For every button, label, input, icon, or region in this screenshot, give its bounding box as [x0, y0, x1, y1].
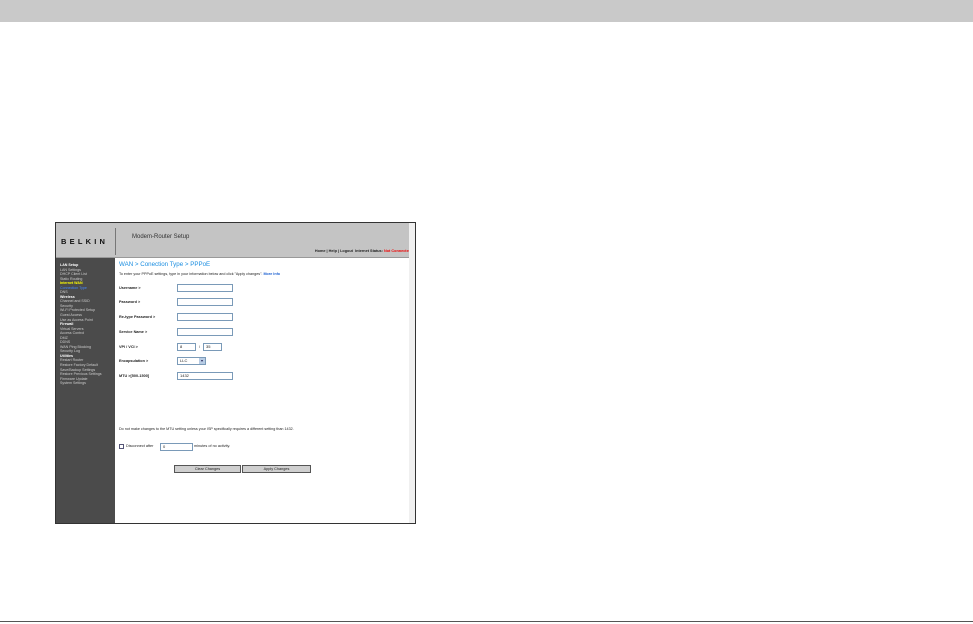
vpi-input[interactable]: 8	[177, 343, 196, 351]
sidebar: LAN Setup LAN Settings DHCP Client List Sta…	[56, 258, 115, 523]
clear-changes-button[interactable]: Clear Changes	[174, 465, 241, 473]
belkin-logo: BELKIN	[61, 237, 109, 246]
top-links: Home | Help | Logout Internet Status: No…	[314, 249, 411, 253]
vpi-vci-label: VPI / VCI >	[119, 345, 138, 349]
scrollbar[interactable]	[409, 223, 415, 523]
encapsulation-label: Encapsulation >	[119, 359, 149, 363]
apply-changes-button[interactable]: Apply Changes	[242, 465, 311, 473]
retype-password-input[interactable]	[177, 313, 233, 321]
help-link[interactable]: Help	[329, 249, 337, 253]
disconnect-label: Disconnect after	[126, 444, 154, 448]
router-screenshot: BELKIN Modem-Router Setup Home | Help | …	[55, 222, 416, 524]
home-link[interactable]: Home	[315, 249, 326, 253]
username-label: Username >	[119, 286, 141, 290]
service-name-label: Service Name >	[119, 330, 148, 334]
footer-rule	[0, 621, 973, 622]
sidebar-item[interactable]: System Settings	[60, 381, 115, 386]
internet-status-value: Not Connected	[384, 249, 411, 253]
intro-text: To enter your PPPoE settings, type in yo…	[119, 272, 280, 276]
service-name-input[interactable]	[177, 328, 233, 336]
router-header: BELKIN Modem-Router Setup Home | Help | …	[56, 223, 415, 258]
mtu-input[interactable]: 1432	[177, 372, 233, 380]
mtu-label: MTU >[500-1500]	[119, 374, 150, 378]
chevron-down-icon: ▾	[199, 358, 205, 364]
vci-input[interactable]: 35	[203, 343, 222, 351]
more-info-link[interactable]: More Info	[263, 272, 280, 276]
app-title: Modem-Router Setup	[132, 234, 190, 240]
logout-link[interactable]: Logout	[340, 249, 353, 253]
vpi-vci-separator: /	[199, 345, 201, 349]
page-header-bar	[0, 0, 973, 22]
mtu-note: Do not make changes to the MTU setting u…	[119, 427, 294, 431]
disconnect-checkbox[interactable]	[119, 444, 124, 449]
username-input[interactable]	[177, 284, 233, 292]
internet-status-label: Internet Status:	[355, 249, 383, 253]
disconnect-minutes-input[interactable]: 0	[160, 443, 193, 451]
encapsulation-value: LLC	[180, 358, 188, 363]
main-content: WAN > Conection Type > PPPoE To enter yo…	[115, 258, 411, 523]
retype-password-label: Re-type Password >	[119, 315, 156, 319]
password-input[interactable]	[177, 298, 233, 306]
page-title: WAN > Conection Type > PPPoE	[119, 261, 211, 268]
header-divider	[115, 228, 116, 255]
intro-sentence: To enter your PPPoE settings, type in yo…	[119, 272, 263, 276]
encapsulation-select[interactable]: LLC ▾	[177, 357, 206, 365]
disconnect-suffix: minutes of no activity.	[194, 444, 231, 448]
password-label: Password >	[119, 300, 141, 304]
